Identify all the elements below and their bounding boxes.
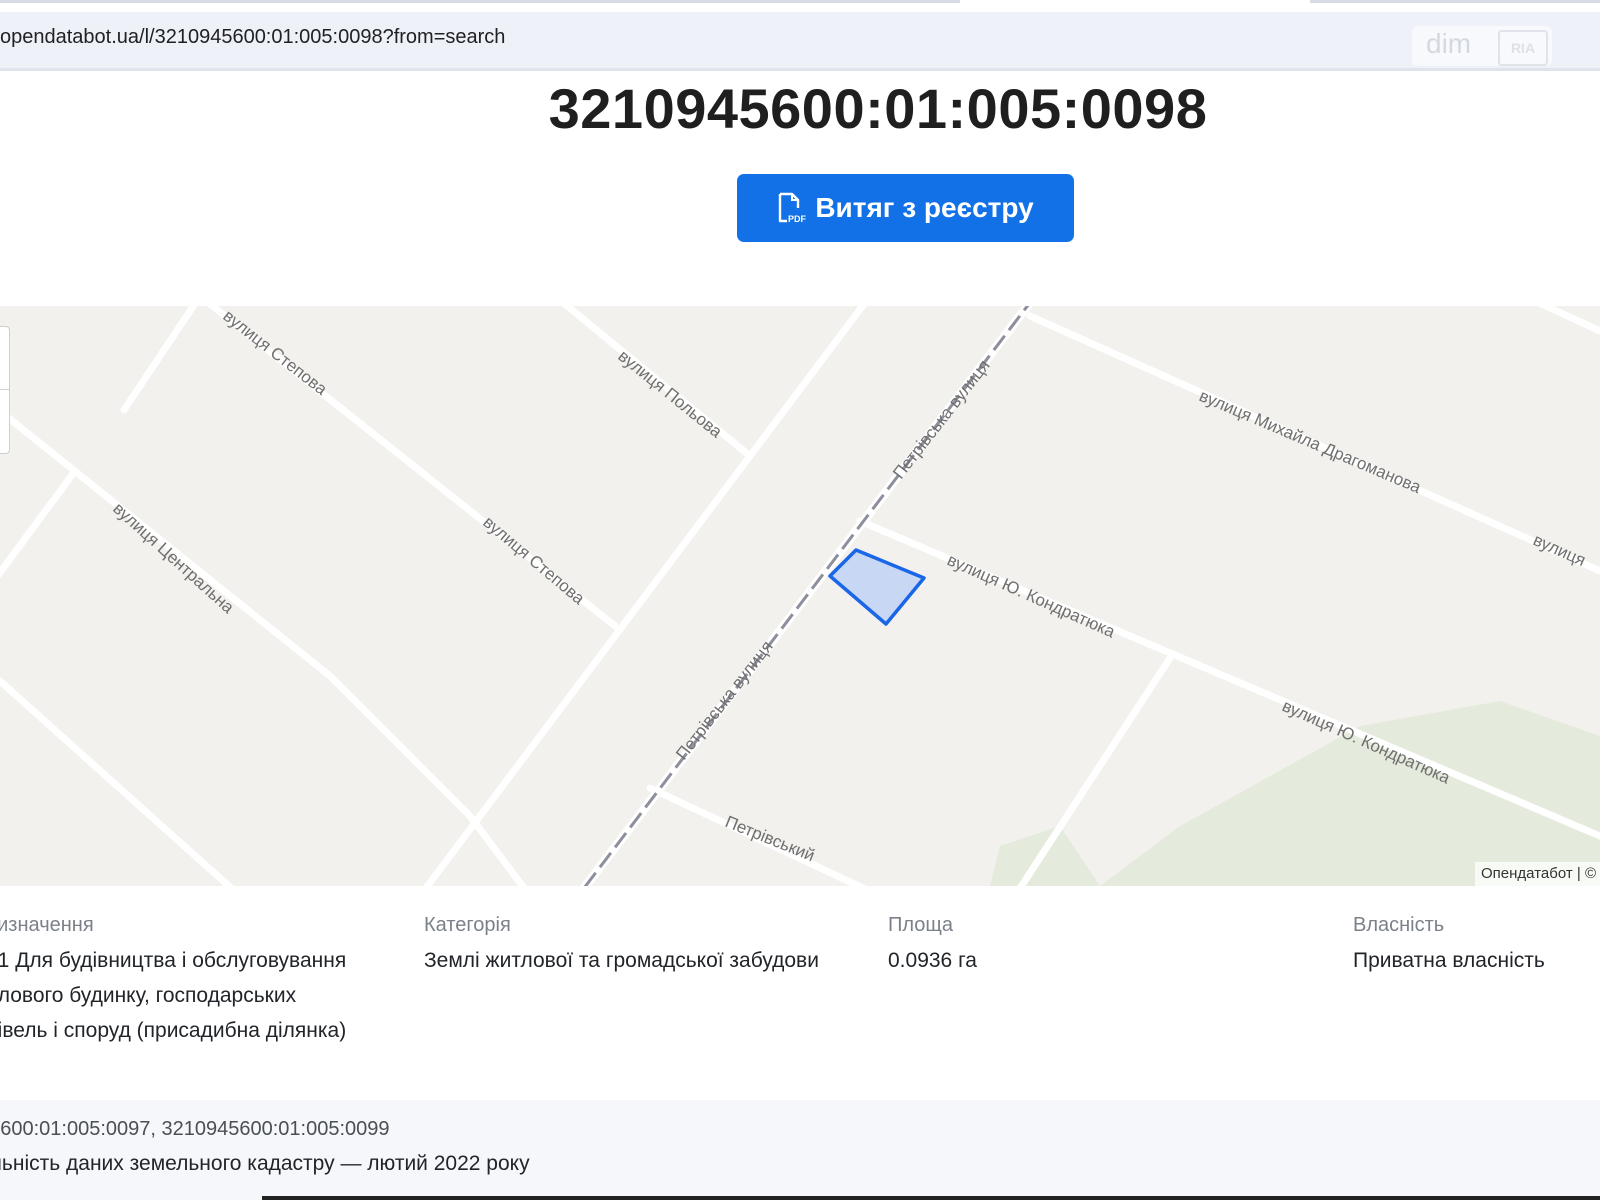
street-label: Петрівська вулиця: [889, 356, 994, 482]
street-label: Петрівська вулиця: [672, 637, 777, 763]
purpose-column: ризначення 01 Для будівництва і обслугов…: [0, 914, 346, 1048]
category-value: Землі житлової та громадської забудови: [424, 949, 819, 972]
data-actuality-note: альність даних земельного кадастру — лют…: [0, 1152, 530, 1175]
street-label: вулиця Ю. Кондратюка: [944, 550, 1118, 641]
street-label: вулиця Центральна: [109, 499, 238, 618]
street-label: вулиця Михайла Драгоманова: [1196, 386, 1424, 497]
watermark-logo: dim RIA: [1412, 26, 1552, 66]
street-label: вулиця Степова: [479, 513, 588, 609]
footer-section: 45600:01:005:0097, 3210945600:01:005:009…: [0, 1100, 1600, 1200]
registry-extract-label: Витяг з реєстру: [815, 192, 1034, 223]
map-road: [0, 467, 79, 579]
page-title: 3210945600:01:005:0098: [548, 77, 1208, 140]
map-zoom-control[interactable]: [0, 326, 10, 454]
registry-extract-button[interactable]: PDF Витяг з реєстру: [737, 174, 1074, 242]
url-text[interactable]: opendatabot.ua/l/3210945600:01:005:0098?…: [0, 26, 505, 49]
address-bar[interactable]: opendatabot.ua/l/3210945600:01:005:0098?…: [0, 12, 1600, 71]
parcel-boundary: [828, 548, 926, 626]
bottom-edge: [262, 1196, 1600, 1200]
purpose-line: 01 Для будівництва і обслуговування: [0, 949, 347, 972]
purpose-line: илового будинку, господарських: [0, 984, 297, 1007]
ownership-value: Приватна власність: [1353, 949, 1545, 972]
svg-text:PDF: PDF: [788, 214, 807, 224]
watermark-badge: RIA: [1498, 30, 1548, 66]
neighbor-parcels[interactable]: 45600:01:005:0097, 3210945600:01:005:009…: [0, 1118, 390, 1141]
category-column: Категорія Землі житлової та громадської …: [424, 914, 819, 978]
street-label: вулиця Степова: [220, 306, 332, 399]
map-road: [120, 306, 198, 414]
map-road: [326, 672, 474, 820]
browser-tab[interactable]: [0, 0, 960, 3]
browser-tab-strip: [0, 0, 1600, 12]
category-label: Категорія: [424, 914, 511, 936]
ownership-column: Власність Приватна власність: [1353, 914, 1545, 978]
map-attribution[interactable]: Опендатабот | ©: [1475, 862, 1600, 886]
purpose-label: ризначення: [0, 914, 94, 936]
map-road: [0, 677, 235, 886]
ownership-label: Власність: [1353, 914, 1445, 936]
watermark-text: dim: [1426, 28, 1472, 59]
map-canvas: вулиця Степова вулиця Польова Петрівська…: [0, 306, 1600, 886]
area-column: Площа 0.0936 га: [888, 914, 977, 978]
zoom-divider: [0, 389, 9, 390]
area-label: Площа: [888, 914, 953, 936]
street-label: вулиця Польова: [614, 346, 726, 441]
map-road: [466, 812, 527, 886]
street-label: вулиця: [1530, 530, 1588, 570]
pdf-file-icon: PDF: [779, 192, 807, 224]
street-label: Петрівський: [723, 812, 818, 865]
map-road: [1537, 306, 1600, 335]
parcel-map[interactable]: вулиця Степова вулиця Польова Петрівська…: [0, 306, 1600, 886]
purpose-line: рівель і споруд (присадибна ділянка): [0, 1019, 347, 1042]
purpose-value: 01 Для будівництва і обслуговування илов…: [0, 943, 346, 1048]
area-value: 0.0936 га: [888, 949, 977, 972]
browser-tab[interactable]: [1310, 0, 1600, 3]
